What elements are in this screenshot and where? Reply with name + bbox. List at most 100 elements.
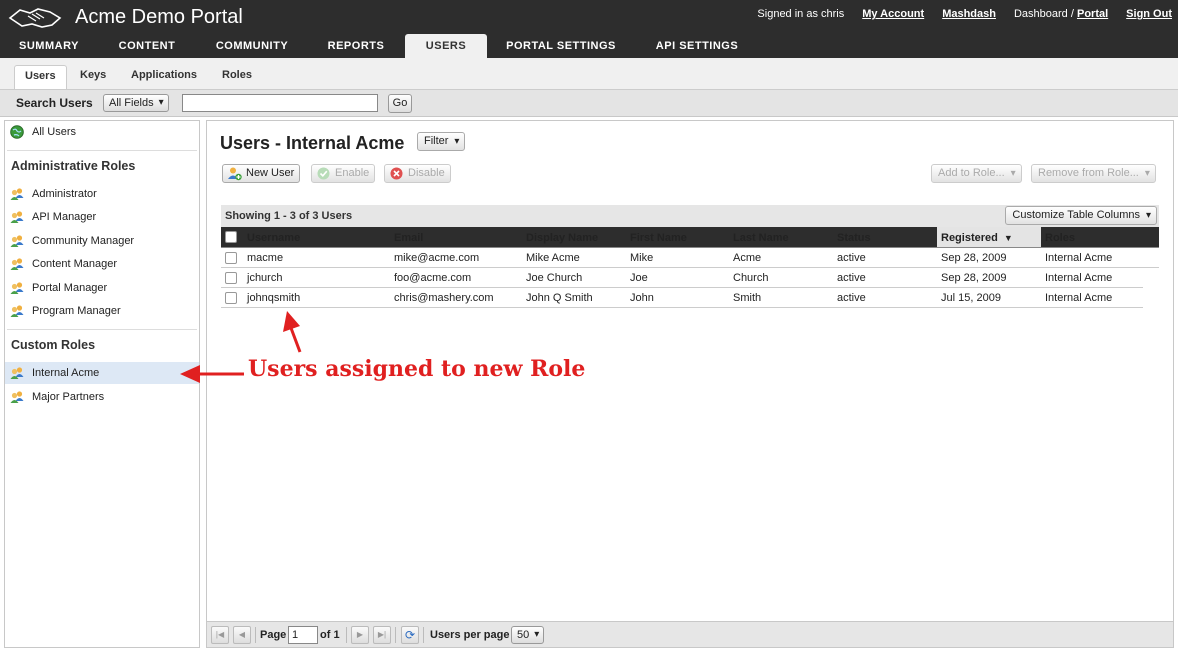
mashdash-link[interactable]: Mashdash bbox=[942, 8, 996, 20]
row-checkbox[interactable] bbox=[225, 252, 237, 264]
per-page-select[interactable]: 50 bbox=[511, 626, 545, 644]
admin-roles-heading: Administrative Roles bbox=[11, 159, 136, 173]
sidebar-item-content-manager[interactable]: Content Manager bbox=[5, 253, 199, 275]
main-tabs: SUMMARY CONTENT COMMUNITY REPORTS USERS … bbox=[0, 34, 1178, 58]
sidebar-item-community-manager[interactable]: Community Manager bbox=[5, 230, 199, 252]
users-role-icon bbox=[10, 235, 24, 247]
portal-link[interactable]: Portal bbox=[1077, 8, 1108, 20]
column-header-status[interactable]: Status bbox=[837, 227, 871, 247]
page-number-input[interactable]: 1 bbox=[288, 626, 318, 644]
cell-display-name: John Q Smith bbox=[526, 292, 593, 304]
check-icon bbox=[317, 167, 330, 180]
cell-first-name: John bbox=[630, 292, 654, 304]
cell-last-name: Smith bbox=[733, 292, 762, 304]
column-header-label: Registered bbox=[941, 232, 998, 244]
custom-roles-heading: Custom Roles bbox=[11, 338, 96, 352]
separator bbox=[395, 627, 396, 643]
sidebar-item-label: All Users bbox=[32, 126, 77, 138]
next-page-button[interactable]: ▶ bbox=[351, 626, 369, 644]
cell-status: active bbox=[837, 252, 866, 264]
disable-icon bbox=[390, 167, 403, 180]
search-input[interactable] bbox=[182, 94, 378, 112]
subtab-roles[interactable]: Roles bbox=[212, 65, 262, 89]
column-header-username[interactable]: Username bbox=[247, 227, 300, 247]
sign-out-link[interactable]: Sign Out bbox=[1126, 8, 1172, 20]
page-count: of 1 bbox=[320, 629, 340, 641]
tab-users[interactable]: USERS bbox=[405, 34, 487, 58]
sidebar-item-administrator[interactable]: Administrator bbox=[5, 183, 199, 205]
subtab-keys[interactable]: Keys bbox=[70, 65, 116, 89]
users-role-icon bbox=[10, 367, 24, 379]
column-header-email[interactable]: Email bbox=[394, 227, 423, 247]
customize-columns-dropdown[interactable]: Customize Table Columns bbox=[1005, 206, 1157, 225]
users-role-icon bbox=[10, 305, 24, 317]
sidebar-item-label: Administrator bbox=[32, 188, 97, 200]
sidebar-item-major-partners[interactable]: Major Partners bbox=[5, 386, 199, 408]
last-page-button[interactable]: ▶| bbox=[373, 626, 391, 644]
column-header-display-name[interactable]: Display Name bbox=[526, 227, 598, 247]
cell-last-name: Acme bbox=[733, 252, 762, 264]
my-account-link[interactable]: My Account bbox=[862, 8, 924, 20]
tab-content[interactable]: CONTENT bbox=[106, 34, 188, 58]
dashboard-prefix: Dashboard / bbox=[1013, 8, 1074, 20]
remove-from-role-dropdown[interactable]: Remove from Role... bbox=[1031, 164, 1156, 183]
separator bbox=[255, 627, 256, 643]
subtab-applications[interactable]: Applications bbox=[121, 65, 207, 89]
filter-dropdown[interactable]: Filter bbox=[417, 132, 466, 151]
page-label: Page bbox=[260, 629, 287, 641]
add-to-role-dropdown[interactable]: Add to Role... bbox=[931, 164, 1022, 183]
page-title: Users - Internal Acme bbox=[220, 133, 405, 153]
disable-button[interactable]: Disable bbox=[384, 164, 451, 183]
sidebar-item-portal-manager[interactable]: Portal Manager bbox=[5, 277, 199, 299]
tab-summary[interactable]: SUMMARY bbox=[8, 34, 90, 58]
first-page-button[interactable]: |◀ bbox=[211, 626, 229, 644]
separator bbox=[423, 627, 424, 643]
search-bar: Search Users All Fields Go bbox=[0, 90, 1178, 117]
tab-reports[interactable]: REPORTS bbox=[318, 34, 394, 58]
per-page-label: Users per page bbox=[430, 629, 510, 641]
cell-registered: Sep 28, 2009 bbox=[941, 272, 1007, 284]
sort-desc-icon: ▼ bbox=[1003, 233, 1013, 243]
signed-in-text: Signed in as chris bbox=[757, 8, 845, 20]
sidebar-item-internal-acme[interactable]: Internal Acme bbox=[5, 362, 199, 384]
sidebar-item-all-users[interactable]: All Users bbox=[5, 121, 199, 143]
button-label: Enable bbox=[335, 167, 370, 179]
globe-icon bbox=[10, 125, 24, 139]
sidebar-item-program-manager[interactable]: Program Manager bbox=[5, 300, 199, 322]
table-row[interactable]: jchurch foo@acme.com Joe Church Joe Chur… bbox=[221, 268, 1143, 288]
annotation-text: Users assigned to new Role bbox=[248, 356, 586, 382]
refresh-icon[interactable]: ⟳ bbox=[401, 626, 419, 644]
new-user-button[interactable]: New User bbox=[222, 164, 301, 183]
column-header-registered[interactable]: Registered ▼ bbox=[937, 227, 1041, 247]
subtab-users[interactable]: Users bbox=[14, 65, 67, 89]
go-button[interactable]: Go bbox=[388, 94, 412, 113]
sidebar-item-label: Program Manager bbox=[32, 305, 121, 317]
users-role-icon bbox=[10, 282, 24, 294]
tab-portal-settings[interactable]: PORTAL SETTINGS bbox=[497, 34, 625, 58]
cell-email: chris@mashery.com bbox=[394, 292, 494, 304]
column-header-first-name[interactable]: First Name bbox=[630, 227, 687, 247]
table-row[interactable]: macme mike@acme.com Mike Acme Mike Acme … bbox=[221, 248, 1159, 268]
column-header-last-name[interactable]: Last Name bbox=[733, 227, 789, 247]
prev-page-button[interactable]: ◀ bbox=[233, 626, 251, 644]
sidebar-item-api-manager[interactable]: API Manager bbox=[5, 206, 199, 228]
grid-toolbar: Showing 1 - 3 of 3 Users Customize Table… bbox=[221, 205, 1159, 227]
enable-button[interactable]: Enable bbox=[311, 164, 376, 183]
tab-community[interactable]: COMMUNITY bbox=[205, 34, 299, 58]
row-checkbox[interactable] bbox=[225, 272, 237, 284]
search-field-select[interactable]: All Fields bbox=[103, 94, 169, 112]
cell-username: macme bbox=[247, 252, 284, 264]
sidebar-item-label: API Manager bbox=[32, 211, 97, 223]
sidebar-item-label: Internal Acme bbox=[32, 367, 100, 379]
select-all-checkbox[interactable] bbox=[225, 231, 237, 243]
tab-api-settings[interactable]: API SETTINGS bbox=[645, 34, 749, 58]
cell-first-name: Joe bbox=[630, 272, 648, 284]
divider bbox=[7, 150, 197, 151]
cell-first-name: Mike bbox=[630, 252, 654, 264]
search-label: Search Users bbox=[16, 96, 93, 110]
button-label: New User bbox=[246, 167, 295, 179]
column-header-roles[interactable]: Roles bbox=[1045, 227, 1075, 247]
table-row[interactable]: johnqsmith chris@mashery.com John Q Smit… bbox=[221, 288, 1143, 308]
top-header: Acme Demo Portal Signed in as chris My A… bbox=[0, 0, 1178, 58]
row-checkbox[interactable] bbox=[225, 292, 237, 304]
